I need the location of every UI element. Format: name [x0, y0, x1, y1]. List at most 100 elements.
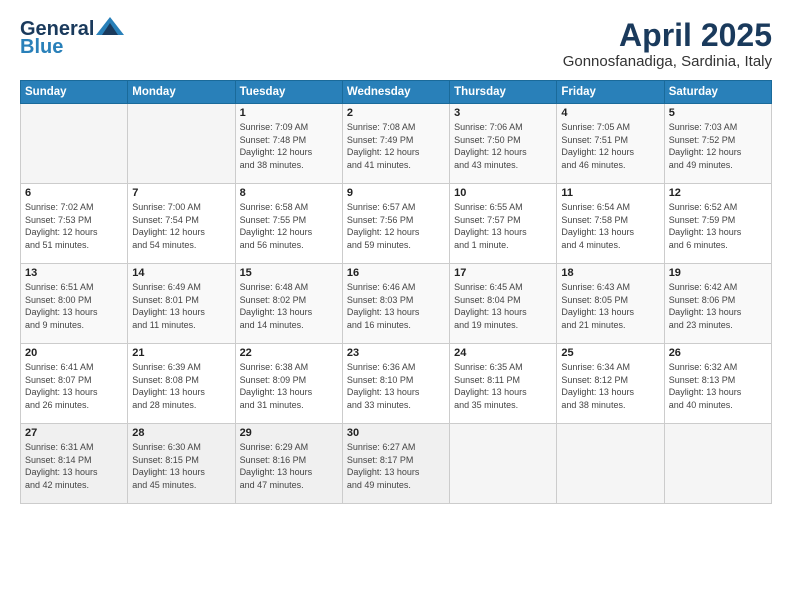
calendar-cell: 4Sunrise: 7:05 AM Sunset: 7:51 PM Daylig… [557, 104, 664, 184]
day-info: Sunrise: 6:39 AM Sunset: 8:08 PM Dayligh… [132, 361, 230, 411]
calendar-cell [450, 424, 557, 504]
calendar-cell: 19 Sunrise: 6:42 AM Sunset: 8:06 PM Dayli… [664, 264, 771, 344]
weekday-header-wednesday: Wednesday [342, 81, 449, 104]
calendar-cell: 27 Sunrise: 6:31 AM Sunset: 8:14 PM Dayli… [21, 424, 128, 504]
day-number: 7 [132, 187, 230, 199]
day-info: Sunrise: 7:02 AM Sunset: 7:53 PM Dayligh… [25, 201, 123, 251]
calendar-cell: 23Sunrise: 6:36 AM Sunset: 8:10 PM Dayli… [342, 344, 449, 424]
month-title: April 2025 [563, 18, 772, 53]
logo: General Blue [20, 18, 124, 58]
calendar-week-5: 27 Sunrise: 6:31 AM Sunset: 8:14 PM Dayli… [21, 424, 772, 504]
day-info: Sunrise: 6:29 AM Sunset: 8:16 PM Dayligh… [240, 441, 338, 491]
day-info: Sunrise: 7:08 AM Sunset: 7:49 PM Dayligh… [347, 121, 445, 171]
calendar-cell: 14 Sunrise: 6:49 AM Sunset: 8:01 PM Dayli… [128, 264, 235, 344]
day-number: 9 [347, 187, 445, 199]
title-block: April 2025 Gonnosfanadiga, Sardinia, Ita… [563, 18, 772, 70]
location-subtitle: Gonnosfanadiga, Sardinia, Italy [563, 53, 772, 70]
calendar-cell [557, 424, 664, 504]
day-info: Sunrise: 6:38 AM Sunset: 8:09 PM Dayligh… [240, 361, 338, 411]
day-info: Sunrise: 6:42 AM Sunset: 8:06 PM Dayligh… [669, 281, 767, 331]
day-number: 18 [561, 267, 659, 279]
calendar-cell: 6 Sunrise: 7:02 AM Sunset: 7:53 PM Daylig… [21, 184, 128, 264]
day-number: 10 [454, 187, 552, 199]
day-number: 11 [561, 187, 659, 199]
calendar-cell: 8 Sunrise: 6:58 AM Sunset: 7:55 PM Daylig… [235, 184, 342, 264]
day-number: 3 [454, 107, 552, 119]
day-number: 4 [561, 107, 659, 119]
calendar-cell: 2 Sunrise: 7:08 AM Sunset: 7:49 PM Daylig… [342, 104, 449, 184]
calendar-cell: 21 Sunrise: 6:39 AM Sunset: 8:08 PM Dayli… [128, 344, 235, 424]
day-info: Sunrise: 6:58 AM Sunset: 7:55 PM Dayligh… [240, 201, 338, 251]
day-number: 27 [25, 427, 123, 439]
day-info: Sunrise: 6:30 AM Sunset: 8:15 PM Dayligh… [132, 441, 230, 491]
weekday-header-tuesday: Tuesday [235, 81, 342, 104]
day-info: Sunrise: 6:43 AM Sunset: 8:05 PM Dayligh… [561, 281, 659, 331]
calendar-cell [128, 104, 235, 184]
day-info: Sunrise: 7:00 AM Sunset: 7:54 PM Dayligh… [132, 201, 230, 251]
day-info: Sunrise: 6:45 AM Sunset: 8:04 PM Dayligh… [454, 281, 552, 331]
weekday-header-friday: Friday [557, 81, 664, 104]
calendar-cell: 1Sunrise: 7:09 AM Sunset: 7:48 PM Daylig… [235, 104, 342, 184]
calendar-cell: 5Sunrise: 7:03 AM Sunset: 7:52 PM Daylig… [664, 104, 771, 184]
day-info: Sunrise: 6:55 AM Sunset: 7:57 PM Dayligh… [454, 201, 552, 251]
calendar-cell: 16 Sunrise: 6:46 AM Sunset: 8:03 PM Dayli… [342, 264, 449, 344]
day-number: 28 [132, 427, 230, 439]
calendar-cell: 10 Sunrise: 6:55 AM Sunset: 7:57 PM Dayli… [450, 184, 557, 264]
day-info: Sunrise: 6:41 AM Sunset: 8:07 PM Dayligh… [25, 361, 123, 411]
logo-icon [96, 17, 124, 37]
calendar-cell: 25Sunrise: 6:34 AM Sunset: 8:12 PM Dayli… [557, 344, 664, 424]
calendar-cell: 11 Sunrise: 6:54 AM Sunset: 7:58 PM Dayli… [557, 184, 664, 264]
day-number: 16 [347, 267, 445, 279]
calendar-cell: 28 Sunrise: 6:30 AM Sunset: 8:15 PM Dayli… [128, 424, 235, 504]
day-number: 19 [669, 267, 767, 279]
calendar-cell: 3Sunrise: 7:06 AM Sunset: 7:50 PM Daylig… [450, 104, 557, 184]
calendar-table: SundayMondayTuesdayWednesdayThursdayFrid… [20, 80, 772, 504]
day-number: 29 [240, 427, 338, 439]
weekday-header-sunday: Sunday [21, 81, 128, 104]
day-info: Sunrise: 6:46 AM Sunset: 8:03 PM Dayligh… [347, 281, 445, 331]
day-number: 12 [669, 187, 767, 199]
day-number: 13 [25, 267, 123, 279]
calendar-cell: 20 Sunrise: 6:41 AM Sunset: 8:07 PM Dayli… [21, 344, 128, 424]
day-info: Sunrise: 6:34 AM Sunset: 8:12 PM Dayligh… [561, 361, 659, 411]
day-info: Sunrise: 6:35 AM Sunset: 8:11 PM Dayligh… [454, 361, 552, 411]
day-info: Sunrise: 7:09 AM Sunset: 7:48 PM Dayligh… [240, 121, 338, 171]
day-number: 26 [669, 347, 767, 359]
day-info: Sunrise: 6:31 AM Sunset: 8:14 PM Dayligh… [25, 441, 123, 491]
day-number: 15 [240, 267, 338, 279]
calendar-cell [21, 104, 128, 184]
day-number: 20 [25, 347, 123, 359]
calendar-cell: 30Sunrise: 6:27 AM Sunset: 8:17 PM Dayli… [342, 424, 449, 504]
weekday-header-thursday: Thursday [450, 81, 557, 104]
day-info: Sunrise: 6:51 AM Sunset: 8:00 PM Dayligh… [25, 281, 123, 331]
day-number: 2 [347, 107, 445, 119]
calendar-cell: 9Sunrise: 6:57 AM Sunset: 7:56 PM Daylig… [342, 184, 449, 264]
calendar-cell: 26 Sunrise: 6:32 AM Sunset: 8:13 PM Dayli… [664, 344, 771, 424]
day-number: 24 [454, 347, 552, 359]
day-info: Sunrise: 6:52 AM Sunset: 7:59 PM Dayligh… [669, 201, 767, 251]
page: General Blue April 2025 Gonnosfanadiga, … [0, 0, 792, 612]
day-number: 17 [454, 267, 552, 279]
calendar-cell: 12 Sunrise: 6:52 AM Sunset: 7:59 PM Dayli… [664, 184, 771, 264]
day-info: Sunrise: 7:03 AM Sunset: 7:52 PM Dayligh… [669, 121, 767, 171]
weekday-header-monday: Monday [128, 81, 235, 104]
calendar-week-3: 13 Sunrise: 6:51 AM Sunset: 8:00 PM Dayli… [21, 264, 772, 344]
day-number: 6 [25, 187, 123, 199]
calendar-week-2: 6 Sunrise: 7:02 AM Sunset: 7:53 PM Daylig… [21, 184, 772, 264]
day-info: Sunrise: 6:27 AM Sunset: 8:17 PM Dayligh… [347, 441, 445, 491]
day-info: Sunrise: 6:36 AM Sunset: 8:10 PM Dayligh… [347, 361, 445, 411]
day-info: Sunrise: 6:32 AM Sunset: 8:13 PM Dayligh… [669, 361, 767, 411]
calendar-week-1: 1Sunrise: 7:09 AM Sunset: 7:48 PM Daylig… [21, 104, 772, 184]
calendar-cell: 15 Sunrise: 6:48 AM Sunset: 8:02 PM Dayli… [235, 264, 342, 344]
day-number: 8 [240, 187, 338, 199]
calendar-cell: 13 Sunrise: 6:51 AM Sunset: 8:00 PM Dayli… [21, 264, 128, 344]
day-info: Sunrise: 6:48 AM Sunset: 8:02 PM Dayligh… [240, 281, 338, 331]
calendar-week-4: 20 Sunrise: 6:41 AM Sunset: 8:07 PM Dayli… [21, 344, 772, 424]
day-info: Sunrise: 6:54 AM Sunset: 7:58 PM Dayligh… [561, 201, 659, 251]
header: General Blue April 2025 Gonnosfanadiga, … [20, 18, 772, 70]
day-info: Sunrise: 6:49 AM Sunset: 8:01 PM Dayligh… [132, 281, 230, 331]
calendar-cell: 24 Sunrise: 6:35 AM Sunset: 8:11 PM Dayli… [450, 344, 557, 424]
day-number: 21 [132, 347, 230, 359]
day-number: 14 [132, 267, 230, 279]
logo-blue: Blue [20, 36, 63, 58]
